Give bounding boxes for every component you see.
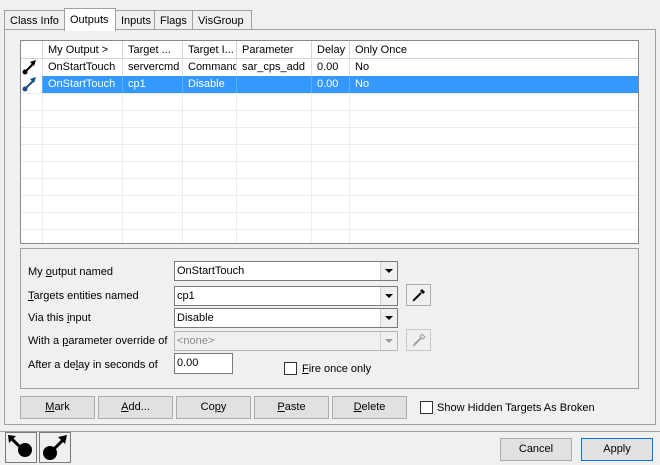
outputs-panel: My Output > Target ... Target I... Param… [4,29,656,425]
cell-target: servercmd [123,59,183,76]
grid-line [21,229,638,230]
tab-class-info[interactable]: Class Info [4,10,65,30]
grid-line [21,195,638,196]
paste-button[interactable]: Paste [254,396,329,419]
output-properties: My output named OnStartTouch Targets ent… [20,248,639,389]
column-header-my-output[interactable]: My Output > [43,41,123,58]
tab-visgroup[interactable]: VisGroup [192,10,252,30]
delay-label: After a delay in seconds of [28,359,158,371]
tab-label: VisGroup [198,15,244,27]
output-name-label: My output named [28,266,114,278]
eyedropper-icon [411,289,425,302]
column-header-only-once[interactable]: Only Once [350,41,638,58]
output-name-combo[interactable]: OnStartTouch [174,261,398,281]
target-input-value: Disable [177,312,214,324]
eyedropper-icon [411,333,426,347]
tab-label: Flags [160,15,187,27]
parameter-combo[interactable]: <none> [174,331,398,351]
chevron-down-icon[interactable] [380,262,397,280]
chevron-down-icon[interactable] [380,309,397,327]
target-entity-label: Targets entities named [28,290,139,302]
show-hidden-checkbox[interactable] [420,401,433,414]
cell-only-once: No [355,61,370,73]
output-connection-icon [8,435,32,457]
column-header-delay[interactable]: Delay [312,41,350,58]
tab-label: Inputs [121,15,151,27]
parameter-label: With a parameter override of [28,335,168,347]
delete-button[interactable]: Delete [332,396,407,419]
target-input-label: Via this input [28,312,91,324]
table-row[interactable]: OnStartTouch cp1 Disable 0.00 No [21,76,638,93]
tab-inputs[interactable]: Inputs [115,10,155,30]
table-row[interactable]: OnStartTouch servercmd Command sar_cps_a… [21,59,638,76]
column-header-target-entity[interactable]: Target ... [123,41,183,58]
cell-input: Disable [183,76,237,93]
grid-line [21,127,638,128]
eyedropper-button[interactable] [406,284,431,306]
grid-line [21,110,638,111]
separator [0,431,660,432]
chevron-down-icon[interactable] [380,332,397,350]
tab-strip: Class Info Outputs Inputs Flags VisGroup [4,8,656,31]
target-input-combo[interactable]: Disable [174,308,398,328]
cell-parameter [237,76,312,93]
cell-only-once: No [355,78,370,90]
column-header-parameter[interactable]: Parameter [237,41,312,58]
cell-input: Command [183,59,237,76]
output-name-value: OnStartTouch [177,265,245,277]
outputs-list[interactable]: My Output > Target ... Target I... Param… [20,40,639,244]
mark-button[interactable]: Mark [20,396,95,419]
grid-line [21,161,638,162]
chevron-down-icon[interactable] [380,287,397,305]
cell-parameter: sar_cps_add [237,59,312,76]
tab-outputs[interactable]: Outputs [64,8,116,31]
output-valid-icon [21,59,43,76]
grid-line [21,212,638,213]
target-entity-combo[interactable]: cp1 [174,286,398,306]
cell-target: cp1 [123,76,183,93]
tab-label: Class Info [10,15,59,27]
delay-input[interactable]: 0.00 [174,353,233,374]
output-valid-icon [21,76,43,93]
grid-line [21,144,638,145]
parameter-eyedropper-button[interactable] [406,329,431,351]
fire-once-label[interactable]: Fire once only [302,363,371,375]
add-button[interactable]: Add... [98,396,173,419]
input-connection-icon [43,435,67,460]
target-entity-value: cp1 [177,290,195,302]
apply-button[interactable]: Apply [581,438,653,461]
tab-flags[interactable]: Flags [154,10,193,30]
cell-delay: 0.00 [312,76,350,93]
grid-line [21,93,638,94]
parameter-value: <none> [177,335,215,347]
copy-button[interactable]: Copy [176,396,251,419]
cell-delay: 0.00 [312,59,350,76]
show-hidden-label[interactable]: Show Hidden Targets As Broken [437,402,595,414]
cell-output: OnStartTouch [43,59,123,76]
fire-once-checkbox[interactable] [284,362,297,375]
cancel-button[interactable]: Cancel [500,438,572,461]
cell-output: OnStartTouch [43,76,123,93]
column-header-target-input[interactable]: Target I... [183,41,237,58]
column-header-icon[interactable] [21,41,43,58]
outputs-toggle-button[interactable] [5,432,37,463]
inputs-toggle-button[interactable] [39,432,71,463]
list-header: My Output > Target ... Target I... Param… [21,41,638,59]
grid-line [21,178,638,179]
tab-label: Outputs [70,14,109,26]
